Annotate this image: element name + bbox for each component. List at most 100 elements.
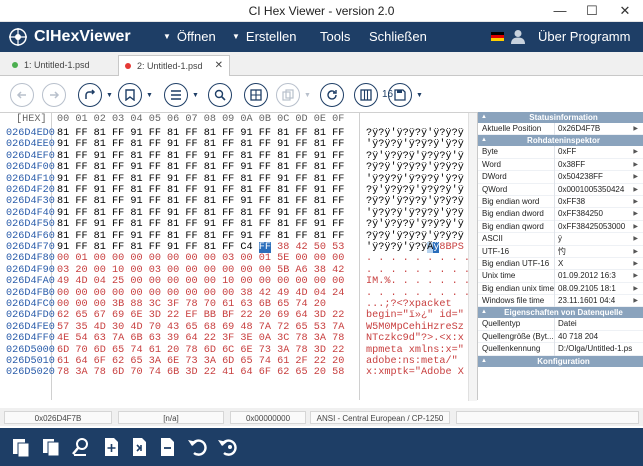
property-row[interactable]: Unix time 01.09.2012 16:3 ▶ xyxy=(478,270,643,283)
hex-row[interactable]: 026D4EF0 81 FF 91 FF 81 FF 81 FF 91 FF 81… xyxy=(0,151,477,162)
collapse-icon[interactable]: ▲ xyxy=(481,307,487,318)
hex-ascii[interactable]: ...;?<?xpacket xyxy=(366,299,458,310)
expand-icon[interactable]: ▶ xyxy=(633,270,638,282)
property-row[interactable]: UTF-16 㣿 ▶ xyxy=(478,245,643,258)
hex-scrollbar[interactable] xyxy=(468,113,477,401)
hex-ascii[interactable]: ?ÿ?ÿ'ÿ?ÿ?ÿ'ÿ?ÿ?ÿ xyxy=(366,128,464,139)
menu-create[interactable]: ▼ Erstellen xyxy=(232,29,297,44)
property-row[interactable]: QWord 0x0001005350424 ▶ xyxy=(478,183,643,196)
hex-bytes[interactable]: 62 65 67 69 6E 3D 22 EF BB BF 22 20 69 6… xyxy=(57,310,344,321)
hex-ascii[interactable]: ?ÿ?ÿ'ÿ?ÿ?ÿ'ÿ?ÿ?ÿ xyxy=(366,196,464,207)
expand-icon[interactable]: ▶ xyxy=(633,123,638,135)
hex-bytes[interactable]: 78 3A 78 6D 70 74 6B 3D 22 41 64 6F 62 6… xyxy=(57,367,344,378)
menu-close[interactable]: Schließen xyxy=(369,29,427,44)
hex-row[interactable]: 026D4F80 00 01 00 00 00 00 00 00 00 03 00… xyxy=(0,253,556,264)
minimize-button[interactable]: — xyxy=(545,0,575,22)
expand-icon[interactable]: ▶ xyxy=(633,159,638,171)
hex-row[interactable]: 026D4FF0 4E 54 63 7A 6B 63 39 64 22 3F 3E… xyxy=(0,333,477,344)
bookmark-button[interactable] xyxy=(118,83,142,107)
columns-button[interactable] xyxy=(354,83,378,107)
copy-icon[interactable] xyxy=(40,436,62,458)
hex-row[interactable]: 026D4F70 91 FF 81 FF 81 FF 91 FF 81 FF C4… xyxy=(0,242,477,253)
hex-ascii[interactable]: 'ÿ?ÿ?ÿ'ÿ?ÿ?ÿ'ÿ?ÿ xyxy=(366,208,464,219)
search-button[interactable] xyxy=(208,83,232,107)
collapse-icon[interactable]: ▲ xyxy=(481,135,487,146)
hex-row[interactable]: 026D5000 6D 70 6D 65 74 61 20 78 6D 6C 6E… xyxy=(0,345,477,356)
hex-ascii[interactable]: ?ÿ'ÿ?ÿ?ÿ'ÿ?ÿ?ÿ'ÿ xyxy=(366,151,464,162)
redo-icon[interactable] xyxy=(216,436,238,458)
hex-row[interactable]: 026D4EE0 91 FF 81 FF 81 FF 91 FF 81 FF 81… xyxy=(0,139,477,150)
hex-ascii[interactable]: ?ÿ'ÿ?ÿ?ÿ'ÿ?ÿ?ÿ'ÿ xyxy=(366,185,464,196)
chevron-down-icon[interactable]: ▼ xyxy=(146,92,153,99)
panel-section-header[interactable]: ▲ Rohdateninspektor xyxy=(478,135,643,147)
expand-icon[interactable]: ▶ xyxy=(633,171,638,183)
hex-row[interactable]: 026D4F60 81 FF 81 FF 91 FF 81 FF 81 FF 91… xyxy=(0,231,477,242)
copy-button[interactable] xyxy=(276,83,300,107)
insert-file-icon[interactable] xyxy=(128,436,150,458)
hex-editor[interactable]: [HEX] 00 01 02 03 04 05 06 07 08 09 0A 0… xyxy=(0,112,556,401)
hex-row[interactable]: 026D4FC0 00 00 00 3B 88 3C 3F 78 70 61 63… xyxy=(0,299,477,310)
expand-icon[interactable]: ▶ xyxy=(633,233,638,245)
expand-icon[interactable]: ▶ xyxy=(633,283,638,295)
hex-row[interactable]: 026D4F00 81 FF 81 FF 91 FF 81 FF 81 FF 91… xyxy=(0,162,477,173)
expand-icon[interactable]: ▶ xyxy=(633,184,638,196)
maximize-button[interactable]: ☐ xyxy=(577,0,607,22)
hex-row[interactable]: 026D4F30 81 FF 81 FF 91 FF 81 FF 81 FF 91… xyxy=(0,196,477,207)
expand-icon[interactable]: ▶ xyxy=(633,221,638,233)
hex-ascii[interactable]: 'ÿ?ÿ?ÿ'ÿ?ÿ?ÿ'ÿ?ÿ xyxy=(366,139,464,150)
hex-row[interactable]: 026D4F90 03 20 00 10 00 03 00 00 00 00 00… xyxy=(0,265,537,276)
paste-icon[interactable] xyxy=(10,436,32,458)
menu-open[interactable]: ▼ Öffnen xyxy=(163,29,216,44)
property-row[interactable]: Word 0x38FF ▶ xyxy=(478,158,643,172)
expand-icon[interactable]: ▶ xyxy=(633,258,638,270)
select-block-button[interactable] xyxy=(244,83,268,107)
expand-icon[interactable]: ▶ xyxy=(633,208,638,220)
property-row[interactable]: Byte 0xFF ▶ xyxy=(478,146,643,159)
hex-bytes[interactable]: 49 4D 04 25 00 00 00 00 00 10 00 00 00 0… xyxy=(57,276,344,287)
hex-bytes[interactable]: 61 64 6F 62 65 3A 6E 73 3A 6D 65 74 61 2… xyxy=(57,356,344,367)
hex-bytes[interactable]: 00 00 00 00 00 00 00 00 00 00 38 42 49 4… xyxy=(57,288,344,299)
hex-bytes[interactable]: 81 FF 91 FF 81 FF 81 FF 91 FF 81 FF 81 F… xyxy=(57,151,344,162)
property-row[interactable]: Big endian dword 0xFF384250 ▶ xyxy=(478,208,643,221)
hex-bytes[interactable]: 91 FF 81 FF 81 FF 91 FF 81 FF C4 FF 38 4… xyxy=(57,242,344,253)
hex-bytes[interactable]: 91 FF 81 FF 81 FF 91 FF 81 FF 81 FF 91 F… xyxy=(57,208,344,219)
menu-about[interactable]: Über Programm xyxy=(538,29,630,44)
expand-icon[interactable]: ▶ xyxy=(633,196,638,208)
tab-document-1[interactable]: 1: Untitled-1.psd xyxy=(6,55,118,76)
find-icon[interactable] xyxy=(70,436,92,458)
hex-bytes[interactable]: 6D 70 6D 65 74 61 20 78 6D 6C 6E 73 3A 7… xyxy=(57,345,344,356)
hex-row[interactable]: 026D5010 61 64 6F 62 65 3A 6E 73 3A 6D 65… xyxy=(0,356,477,367)
hex-ascii[interactable]: 'ÿ?ÿ?ÿ'ÿ?ÿÄÿ8BPS xyxy=(366,242,464,253)
property-row[interactable]: Quellengröße (Byt... 40 718 204 xyxy=(478,330,643,344)
hex-bytes[interactable]: 03 20 00 10 00 03 00 00 00 00 00 00 5B A… xyxy=(57,265,344,276)
menu-tools[interactable]: Tools xyxy=(320,29,350,44)
back-button[interactable] xyxy=(10,83,34,107)
hex-bytes[interactable]: 00 00 00 3B 88 3C 3F 78 70 61 63 6B 65 7… xyxy=(57,299,326,310)
list-button[interactable] xyxy=(164,83,188,107)
close-tab-icon[interactable]: ✕ xyxy=(215,56,223,76)
delete-file-icon[interactable] xyxy=(156,436,178,458)
hex-bytes[interactable]: 81 FF 91 FF 81 FF 81 FF 91 FF 81 FF 81 F… xyxy=(57,185,344,196)
hex-bytes[interactable]: 81 FF 81 FF 91 FF 81 FF 81 FF 91 FF 81 F… xyxy=(57,196,344,207)
panel-section-header[interactable]: ▲ Eigenschaften von Datenquelle xyxy=(478,307,643,319)
refresh-button[interactable] xyxy=(320,83,344,107)
save-button[interactable] xyxy=(388,83,412,107)
panel-section-header[interactable]: ▲ Statusinformation xyxy=(478,112,643,123)
property-row[interactable]: Windows file time 23.11.1601 04:4 ▶ xyxy=(478,295,643,308)
hex-ascii[interactable]: adobe:ns:meta/" xyxy=(366,356,464,367)
expand-icon[interactable]: ▶ xyxy=(633,295,638,307)
hex-row[interactable]: 026D4F40 91 FF 81 FF 81 FF 91 FF 81 FF 81… xyxy=(0,208,477,219)
undo-icon[interactable] xyxy=(186,436,208,458)
chevron-down-icon[interactable]: ▼ xyxy=(416,92,423,99)
property-row[interactable]: Big endian qword 0xFF38425053000 ▶ xyxy=(478,220,643,234)
hex-row[interactable]: 026D4FD0 62 65 67 69 6E 3D 22 EF BB BF 22… xyxy=(0,310,477,321)
hex-row[interactable]: 026D5020 78 3A 78 6D 70 74 6B 3D 22 41 64… xyxy=(0,367,477,378)
hex-bytes[interactable]: 00 01 00 00 00 00 00 00 00 03 00 01 5E 0… xyxy=(57,253,344,264)
hex-bytes[interactable]: 81 FF 91 FF 81 FF 81 FF 91 FF 81 FF 81 F… xyxy=(57,219,344,230)
hex-row[interactable]: 026D4F10 91 FF 81 FF 81 FF 91 FF 81 FF 81… xyxy=(0,174,477,185)
goto-button[interactable] xyxy=(78,83,102,107)
property-row[interactable]: Big endian UTF-16 X ▶ xyxy=(478,257,643,271)
collapse-icon[interactable]: ▲ xyxy=(481,356,487,367)
hex-row[interactable]: 026D4FB0 00 00 00 00 00 00 00 00 00 00 38… xyxy=(0,288,519,299)
tab-document-2[interactable]: 2: Untitled-1.psd ✕ xyxy=(118,55,230,76)
